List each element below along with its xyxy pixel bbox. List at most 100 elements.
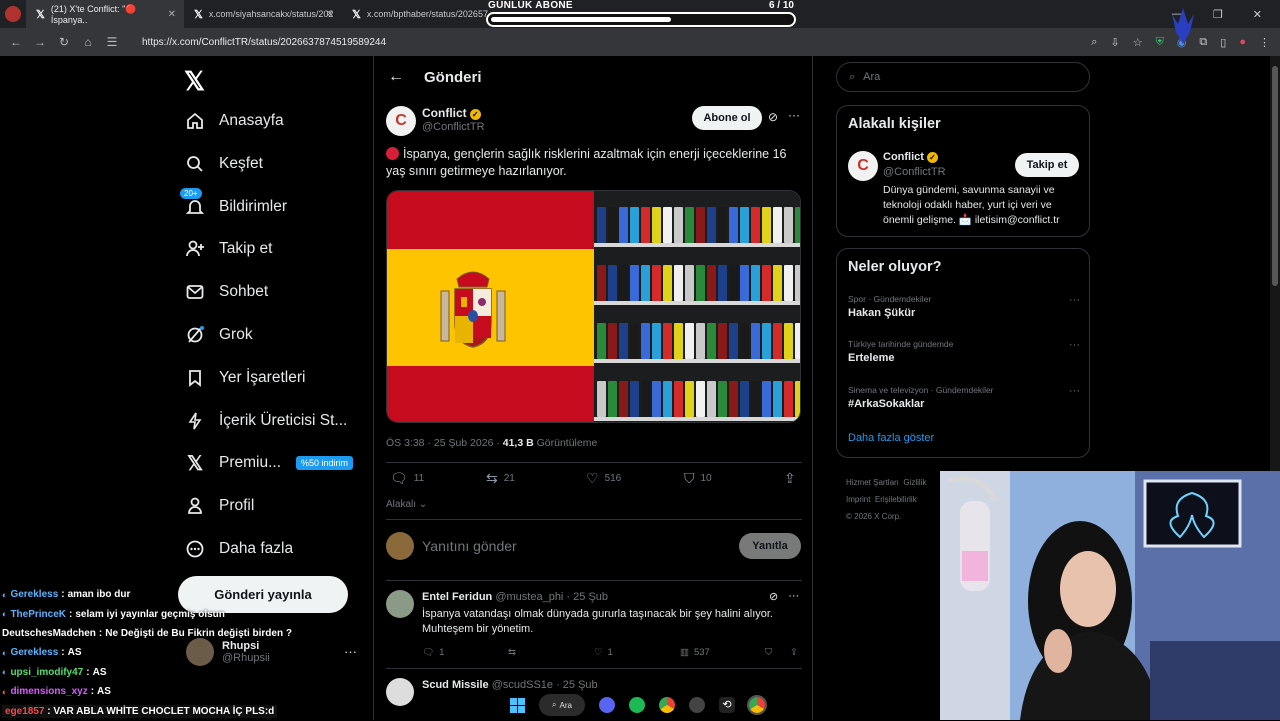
home-browser-icon[interactable]: ⌂ bbox=[76, 35, 100, 49]
search-input[interactable]: ⌕ Ara bbox=[836, 62, 1090, 92]
url-field[interactable]: https://x.com/ConflictTR/status/20266378… bbox=[142, 37, 386, 48]
extensions-icon[interactable]: ⧉ bbox=[1199, 36, 1207, 49]
browser-tab-active[interactable]: 𝕏 (21) X'te Conflict: "🔴 İspanya.. ✕ bbox=[26, 0, 184, 28]
reply-button[interactable]: Yanıtla bbox=[739, 533, 801, 559]
bookmark-star-icon[interactable]: ☆ bbox=[1133, 36, 1143, 49]
close-window-icon[interactable]: ✕ bbox=[1253, 8, 1262, 21]
maximize-icon[interactable]: ❐ bbox=[1213, 8, 1223, 21]
footer-link[interactable]: Erişilebilirlik bbox=[875, 495, 917, 504]
sidebar-icon[interactable]: ▯ bbox=[1220, 36, 1226, 49]
back-arrow-icon[interactable]: ← bbox=[4, 35, 28, 49]
drink-can bbox=[608, 265, 617, 301]
nav-more[interactable]: Daha fazla bbox=[184, 538, 293, 560]
grok-explain-icon[interactable]: ⊘ bbox=[769, 590, 778, 603]
author-handle[interactable]: @ConflictTR bbox=[422, 121, 485, 133]
nav-premium[interactable]: 𝕏 Premiu... %50 indirim bbox=[184, 452, 354, 475]
reply-header: Entel Feridun @mustea_phi · 25 Şub bbox=[422, 591, 608, 603]
reply-author-name[interactable]: Entel Feridun bbox=[422, 591, 492, 603]
profile-avatar-icon[interactable]: ● bbox=[1239, 36, 1246, 48]
like-action[interactable]: ♡ 516 bbox=[586, 470, 621, 487]
tweet-media[interactable] bbox=[386, 190, 801, 423]
menu-dots-icon[interactable]: ⋮ bbox=[1259, 36, 1270, 49]
more-options-icon[interactable]: ··· bbox=[788, 590, 799, 603]
site-info-icon[interactable]: ☰ bbox=[100, 35, 124, 49]
nav-home[interactable]: Anasayfa bbox=[184, 110, 284, 132]
drink-can bbox=[795, 323, 800, 359]
more-options-icon[interactable]: ··· bbox=[1069, 339, 1080, 351]
verified-badge-icon: ✓ bbox=[926, 152, 938, 163]
more-options-icon[interactable]: ··· bbox=[1069, 385, 1080, 397]
repost-action[interactable]: ⇆ 21 bbox=[486, 470, 515, 487]
browser-profile-icon[interactable] bbox=[0, 0, 26, 28]
post-header: ← Gönderi bbox=[374, 56, 814, 98]
install-app-icon[interactable]: ⇩ bbox=[1110, 36, 1119, 49]
share-action[interactable]: ⇪ bbox=[790, 647, 798, 658]
nav-profile[interactable]: Profil bbox=[184, 495, 254, 517]
share-action[interactable]: ⇪ bbox=[784, 470, 796, 487]
reload-icon[interactable]: ↻ bbox=[52, 35, 76, 49]
scrollbar-thumb[interactable] bbox=[1272, 66, 1278, 286]
drink-can bbox=[762, 381, 771, 417]
chat-user: upsi_imodify47 bbox=[10, 666, 84, 678]
nav-creator-studio[interactable]: İçerik Üreticisi St... bbox=[184, 410, 347, 432]
like-action[interactable]: ♡ 1 bbox=[594, 647, 613, 658]
views-action[interactable]: ▥ 537 bbox=[680, 647, 710, 658]
x-favicon-icon: 𝕏 bbox=[194, 8, 203, 21]
windows-start-icon[interactable] bbox=[510, 697, 525, 713]
nav-bookmarks[interactable]: Yer İşaretleri bbox=[184, 367, 305, 389]
nav-follow[interactable]: Takip et bbox=[184, 238, 272, 260]
reply-action[interactable]: 🗨 1 bbox=[422, 647, 444, 658]
discord-icon[interactable] bbox=[599, 697, 615, 713]
back-arrow-icon[interactable]: ← bbox=[388, 68, 404, 86]
bookmark-action[interactable]: ⛉ bbox=[765, 647, 772, 658]
reply-author-name[interactable]: Scud Missile bbox=[422, 679, 489, 691]
footer-link[interactable]: Gizlilik bbox=[903, 478, 926, 487]
tab-close-icon[interactable]: ✕ bbox=[326, 9, 334, 20]
reply-action[interactable]: 🗨 11 bbox=[390, 470, 424, 487]
person-handle[interactable]: @ConflictTR bbox=[883, 166, 946, 178]
repost-action[interactable]: ⇆ bbox=[508, 647, 516, 658]
nav-explore[interactable]: Keşfet bbox=[184, 153, 263, 175]
grok-explain-icon[interactable]: ⊘ bbox=[768, 110, 778, 124]
drink-can bbox=[773, 381, 782, 417]
trend-item[interactable]: Sinema ve televizyon · Gündemdekiler #Ar… bbox=[848, 385, 1080, 410]
author-avatar[interactable]: C bbox=[386, 106, 416, 136]
app-icon[interactable]: ⟲ bbox=[719, 697, 735, 713]
drink-can bbox=[751, 207, 760, 243]
more-options-icon[interactable]: ··· bbox=[788, 108, 800, 122]
shield-extension-icon[interactable]: ⛨ bbox=[1156, 36, 1164, 49]
page-scrollbar[interactable] bbox=[1270, 56, 1280, 471]
person-name[interactable]: Conflict ✓ bbox=[883, 151, 938, 163]
tab-close-icon[interactable]: ✕ bbox=[168, 9, 176, 20]
chrome-active-icon[interactable] bbox=[747, 695, 767, 715]
browser-tab[interactable]: 𝕏 x.com/bpthaber/status/202657 bbox=[342, 0, 500, 28]
nav-notifications[interactable]: 20+ Bildirimler bbox=[180, 188, 287, 218]
reply-input[interactable]: Yanıtını gönder bbox=[422, 538, 517, 554]
tab-label: x.com/siyahsancakx/status/202 bbox=[208, 9, 334, 19]
forward-arrow-icon[interactable]: → bbox=[28, 35, 52, 49]
browser-tab[interactable]: 𝕏 x.com/siyahsancakx/status/202 ✕ bbox=[184, 0, 342, 28]
x-logo-icon[interactable]: 𝕏 bbox=[184, 66, 205, 97]
footer-link[interactable]: Hizmet Şartları bbox=[846, 478, 899, 487]
taskbar-search[interactable]: ⌕ Ara bbox=[539, 694, 585, 716]
avatar[interactable] bbox=[386, 678, 414, 706]
trend-item[interactable]: Spor · Gündemdekiler Hakan Şükür ··· bbox=[848, 294, 1080, 319]
reply-tools: ⊘ ··· bbox=[769, 590, 799, 603]
spotify-icon[interactable] bbox=[629, 697, 645, 713]
related-dropdown[interactable]: Alakalı ⌄ bbox=[386, 499, 427, 510]
follow-button[interactable]: Takip et bbox=[1015, 153, 1079, 177]
avatar[interactable] bbox=[386, 590, 414, 618]
zoom-icon[interactable]: ⌕ bbox=[1091, 36, 1097, 49]
subscribe-button[interactable]: Abone ol bbox=[692, 106, 762, 130]
footer-link[interactable]: Imprint bbox=[846, 495, 870, 504]
bookmark-action[interactable]: ⛉ 10 bbox=[684, 470, 712, 487]
obs-icon[interactable] bbox=[689, 697, 705, 713]
chrome-icon[interactable] bbox=[659, 697, 675, 713]
show-more-link[interactable]: Daha fazla göster bbox=[848, 432, 934, 444]
nav-grok[interactable]: Grok bbox=[184, 324, 253, 346]
author-name[interactable]: Conflict ✓ bbox=[422, 106, 481, 120]
more-options-icon[interactable]: ··· bbox=[1069, 294, 1080, 306]
trend-item[interactable]: Türkiye tarihinde gündemde Erteleme ··· bbox=[848, 339, 1080, 364]
avatar[interactable]: C bbox=[848, 151, 878, 181]
nav-chat[interactable]: Sohbet bbox=[184, 281, 268, 303]
